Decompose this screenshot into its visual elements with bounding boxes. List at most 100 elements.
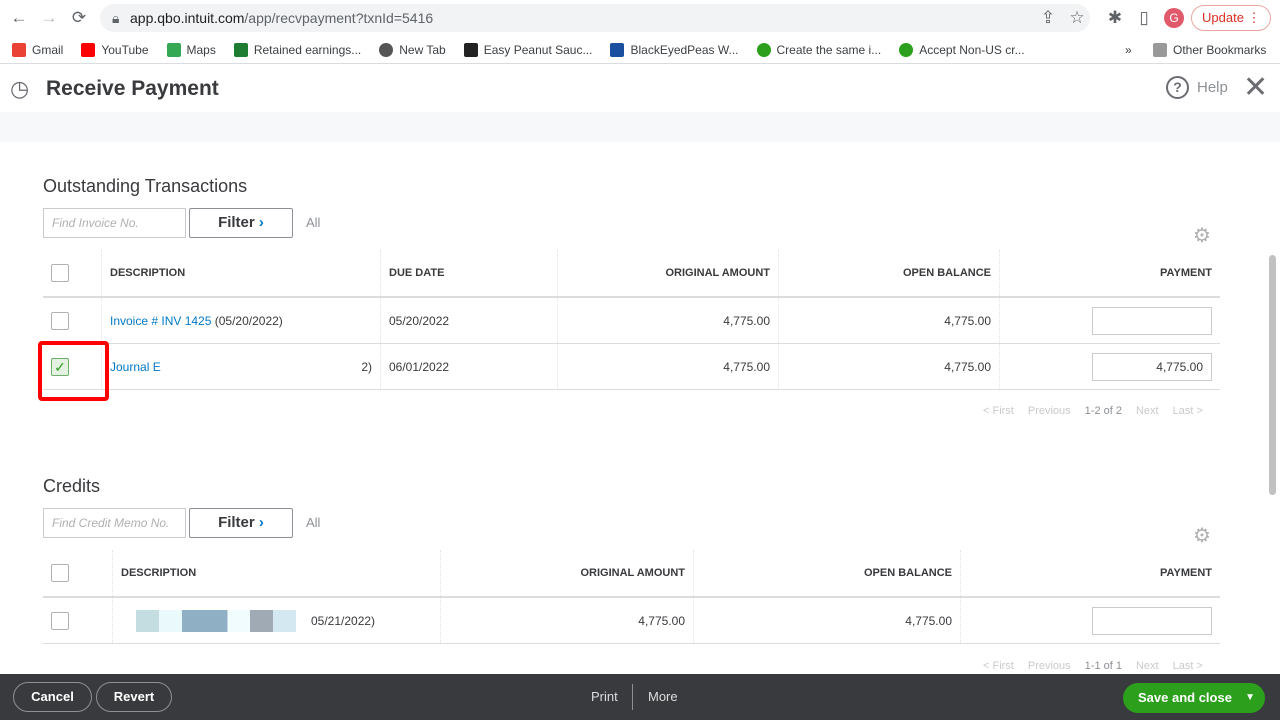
first-page[interactable]: < First [983,405,1014,417]
find-credit-memo-input[interactable]: Find Credit Memo No. [43,508,186,538]
pagination: < First Previous 1-2 of 2 Next Last > [983,405,1203,417]
reload-icon[interactable]: ⟳ [64,8,94,28]
original-amount: 4,775.00 [558,298,779,343]
next-page[interactable]: Next [1136,660,1159,672]
bookmark[interactable]: YouTube [81,42,149,57]
bookmark[interactable]: BlackEyedPeas W... [610,42,739,57]
help-link[interactable]: Help [1197,79,1228,96]
filter-button[interactable]: Filter › [189,208,293,238]
bookmark-label: Create the same i... [776,42,882,57]
column-header[interactable]: OPEN BALANCE [779,250,1000,296]
other-bookmarks[interactable]: Other Bookmarks [1153,42,1266,57]
update-label: Update [1202,10,1244,25]
print-button[interactable]: Print [591,689,618,704]
page-title: Receive Payment [46,77,219,100]
lock-icon: 🔒︎ [112,10,120,26]
next-page[interactable]: Next [1136,405,1159,417]
table-header: DESCRIPTION DUE DATE ORIGINAL AMOUNT OPE… [43,250,1220,298]
chevron-right-icon: › [258,214,264,231]
previous-page[interactable]: Previous [1028,660,1071,672]
page-range: 1-2 of 2 [1084,405,1122,417]
journal-entry-link[interactable]: Journal E [110,360,161,374]
back-icon[interactable]: ← [4,8,34,28]
payment-input[interactable]: 4,775.00 [1092,352,1212,381]
share-icon[interactable]: ⇪ [1033,8,1063,28]
revert-button[interactable]: Revert [96,682,172,712]
description-date: (05/20/2022) [211,313,283,328]
select-all-checkbox[interactable] [51,564,69,582]
previous-page[interactable]: Previous [1028,405,1071,417]
payment-input[interactable] [1092,306,1212,335]
table-row: Invoice # INV 1425 (05/20/2022) 05/20/20… [43,298,1220,344]
last-page[interactable]: Last > [1173,660,1203,672]
star-icon[interactable]: ☆ [1062,8,1092,28]
chevron-right-icon: › [258,514,264,531]
extensions-icon[interactable]: ✱ [1100,8,1130,28]
open-balance: 4,775.00 [779,298,1000,343]
find-invoice-input[interactable]: Find Invoice No. [43,208,186,238]
save-label: Save and close [1138,690,1232,705]
address-bar-row: ← → ⟳ 🔒︎ app.qbo.intuit.com/app/recvpayme… [0,0,1280,36]
sidebar-icon[interactable]: ▯ [1129,8,1159,28]
pagination: < First Previous 1-1 of 1 Next Last > [983,660,1203,672]
select-all-checkbox[interactable] [51,264,69,282]
footer-bar: Cancel Revert Print More Save and close ▼ [0,674,1280,720]
column-header[interactable]: ORIGINAL AMOUNT [558,250,779,296]
gear-icon[interactable]: ⚙ [1193,523,1211,548]
payment-input[interactable] [1092,606,1212,635]
column-header[interactable]: ORIGINAL AMOUNT [441,550,694,596]
column-header[interactable]: DUE DATE [381,250,558,296]
filter-button[interactable]: Filter › [189,508,293,538]
page-header: ◷ Receive Payment ? Help ✕ [0,66,1280,112]
table-header: DESCRIPTION ORIGINAL AMOUNT OPEN BALANCE… [43,550,1220,598]
filter-label: Filter [218,214,255,231]
bookmark-label: Maps [186,42,216,57]
filter-label: Filter [218,514,255,531]
original-amount: 4,775.00 [441,598,694,643]
due-date: 05/20/2022 [381,298,558,343]
bookmark-label: YouTube [101,42,149,57]
table-row: 05/21/2022) 4,775.00 4,775.00 [43,598,1220,644]
last-page[interactable]: Last > [1173,405,1203,417]
gear-icon[interactable]: ⚙ [1193,223,1211,248]
first-page[interactable]: < First [983,660,1014,672]
bookmarks-overflow[interactable]: » [1125,43,1132,57]
row-checkbox[interactable] [51,611,69,630]
bookmark[interactable]: Gmail [12,42,63,57]
bookmark[interactable]: Maps [166,42,216,57]
column-header[interactable]: OPEN BALANCE [694,550,961,596]
column-header[interactable]: PAYMENT [1000,250,1220,296]
bookmark-label: Accept Non-US cr... [919,42,1025,57]
help-icon[interactable]: ? [1166,76,1189,99]
bookmark-label: Easy Peanut Sauc... [483,42,593,57]
save-and-close-button[interactable]: Save and close ▼ [1123,683,1265,713]
column-header[interactable]: DESCRIPTION [113,550,441,596]
original-amount: 4,775.00 [558,344,779,389]
more-button[interactable]: More [648,689,678,704]
due-date: 06/01/2022 [381,344,558,389]
bookmark[interactable]: Accept Non-US cr... [899,42,1025,57]
row-checkbox[interactable] [51,311,69,330]
column-header[interactable]: DESCRIPTION [102,250,381,296]
column-header[interactable]: PAYMENT [961,550,1220,596]
description-date: 2) [361,359,372,374]
bookmark-label: New Tab [399,42,446,57]
bookmark[interactable]: New Tab [379,42,446,57]
bookmark[interactable]: Easy Peanut Sauc... [463,42,593,57]
update-button[interactable]: Update ⋮ [1191,5,1271,31]
section-title: Outstanding Transactions [43,176,248,196]
forward-icon[interactable]: → [34,8,64,28]
bookmark[interactable]: Retained earnings... [233,42,361,57]
scrollbar[interactable] [1269,255,1276,495]
url-bar[interactable]: 🔒︎ app.qbo.intuit.com/app/recvpayment?txn… [100,4,1090,32]
dropdown-arrow-icon[interactable]: ▼ [1245,683,1255,713]
bookmark-label: BlackEyedPeas W... [630,42,739,57]
invoice-link[interactable]: Invoice # INV 1425 [110,314,211,328]
open-balance: 4,775.00 [779,344,1000,389]
open-balance: 4,775.00 [694,598,961,643]
close-icon[interactable]: ✕ [1243,70,1268,105]
cancel-button[interactable]: Cancel [13,682,92,712]
bookmark[interactable]: Create the same i... [756,42,882,57]
avatar[interactable]: G [1164,8,1184,28]
history-icon[interactable]: ◷ [10,76,29,102]
